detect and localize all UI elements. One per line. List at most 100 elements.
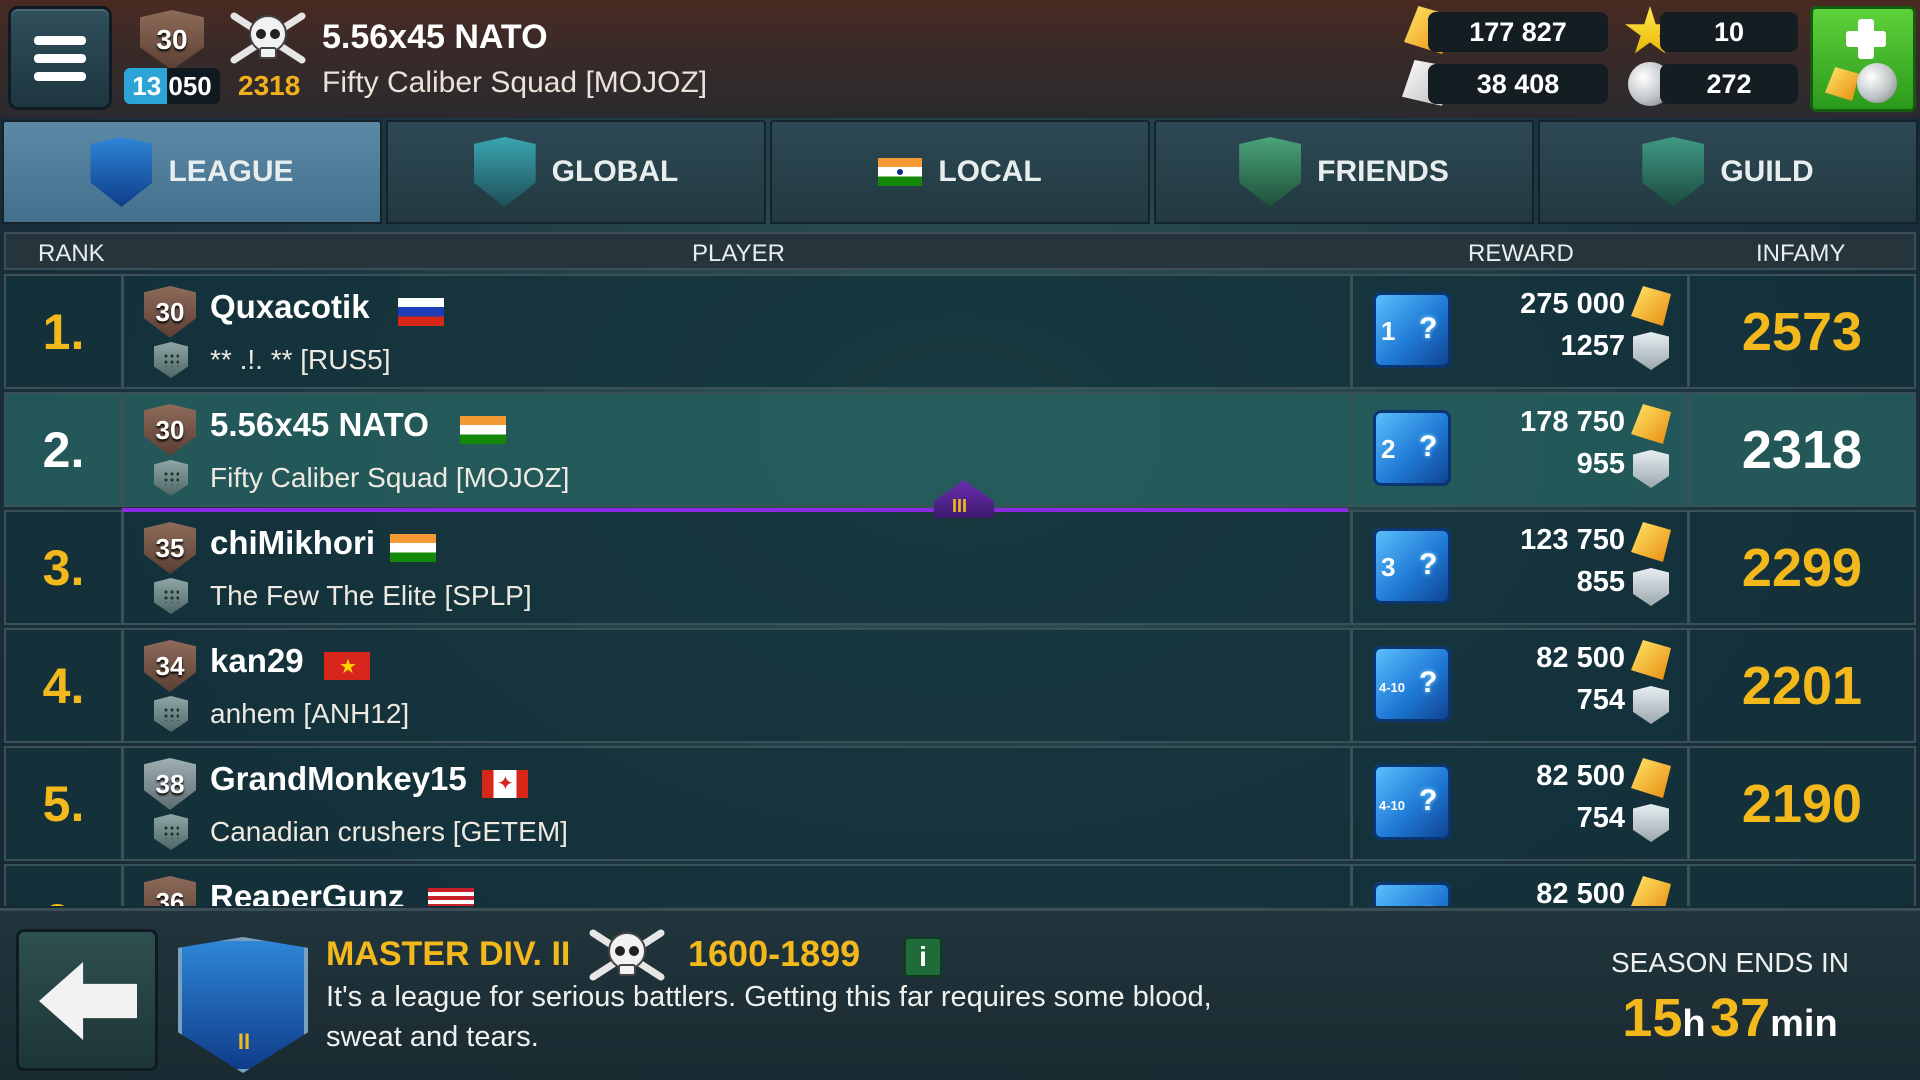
leaderboard-tabs: LEAGUE GLOBAL LOCAL FRIENDS GUILD bbox=[0, 118, 1920, 224]
player-name[interactable]: kan29 bbox=[210, 642, 304, 680]
rank-number: 3. bbox=[6, 512, 124, 623]
table-row[interactable]: 4. 34 kan29 anhem [ANH12] 4-10 ? 82 500 … bbox=[4, 628, 1916, 743]
player-name: 5.56x45 NATO bbox=[322, 18, 548, 56]
player-level-badge: 35 bbox=[144, 522, 196, 574]
tab-friends[interactable]: FRIENDS bbox=[1154, 120, 1534, 224]
pearls-amount: 272 bbox=[1660, 64, 1798, 104]
reward-cell: 2 ? 178 750 955 bbox=[1350, 394, 1690, 505]
gold-icon bbox=[1631, 522, 1671, 562]
tab-label: LEAGUE bbox=[168, 155, 294, 188]
season-minutes: 37 bbox=[1710, 988, 1771, 1048]
tab-global[interactable]: GLOBAL bbox=[386, 120, 766, 224]
leaderboard-list[interactable]: 1. 30 Quxacotik ** .!. ** [RUS5] 1 ? 275… bbox=[4, 274, 1916, 906]
table-row[interactable]: 1. 30 Quxacotik ** .!. ** [RUS5] 1 ? 275… bbox=[4, 274, 1916, 389]
reward-cell: 4-10 ? 82 500 754 bbox=[1350, 630, 1690, 741]
table-row[interactable]: 6. 36 ReaperGunz 4-10 ? 82 500 bbox=[4, 864, 1916, 906]
skull-crossbones-icon bbox=[589, 929, 665, 981]
tab-league[interactable]: LEAGUE bbox=[2, 120, 382, 224]
pearl-icon bbox=[1857, 63, 1897, 103]
reward-cell: 3 ? 123 750 855 bbox=[1350, 512, 1690, 623]
rank-number: 5. bbox=[6, 748, 124, 859]
tab-label: LOCAL bbox=[938, 155, 1042, 188]
guild-icon bbox=[154, 460, 188, 496]
league-description: It's a league for serious battlers. Gett… bbox=[326, 981, 1212, 1053]
rank-number: 6. bbox=[6, 866, 124, 906]
season-minutes-unit: min bbox=[1770, 1003, 1838, 1045]
reward-cell: 4-10 ? 82 500 754 bbox=[1350, 748, 1690, 859]
infamy-score: 2573 bbox=[1741, 301, 1863, 362]
table-row[interactable]: 3. 35 chiMikhori The Few The Elite [SPLP… bbox=[4, 510, 1916, 625]
player-guild: Fifty Caliber Squad [MOJOZ] bbox=[322, 66, 708, 99]
player-name[interactable]: GrandMonkey15 bbox=[210, 760, 467, 798]
infamy-score: 2201 bbox=[1741, 655, 1863, 716]
info-button[interactable]: i bbox=[904, 937, 942, 977]
tab-local[interactable]: LOCAL bbox=[770, 120, 1150, 224]
player-guild: ** .!. ** [RUS5] bbox=[210, 344, 391, 375]
league-title: MASTER DIV. II bbox=[326, 935, 571, 973]
player-guild: The Few The Elite [SPLP] bbox=[210, 580, 532, 611]
gold-icon bbox=[1825, 67, 1859, 101]
guild-icon bbox=[154, 696, 188, 732]
chest-rank-label: 1 bbox=[1381, 316, 1396, 346]
mystery-chest-icon: 4-10 ? bbox=[1373, 882, 1451, 906]
promotion-marker-label: III bbox=[952, 496, 968, 516]
season-timer: 15h 37min bbox=[1560, 987, 1900, 1049]
tab-label: GLOBAL bbox=[551, 155, 679, 188]
rank-number: 2. bbox=[6, 394, 124, 505]
infamy-score: 2299 bbox=[1741, 537, 1863, 598]
infamy-score: 2318 bbox=[1741, 419, 1863, 480]
xp-value: 13 050 bbox=[132, 71, 212, 101]
guild-icon bbox=[1642, 137, 1705, 207]
stars-amount: 10 bbox=[1660, 12, 1798, 52]
mystery-chest-icon: 1 ? bbox=[1373, 292, 1451, 368]
league-shield-icon bbox=[90, 137, 153, 207]
gold-icon bbox=[1631, 404, 1671, 444]
friends-bff-icon bbox=[1239, 137, 1302, 207]
silver-icon bbox=[1633, 332, 1669, 370]
column-infamy: INFAMY bbox=[1756, 240, 1846, 267]
mystery-chest-icon: 4-10 ? bbox=[1373, 646, 1451, 722]
promotion-threshold-line bbox=[122, 508, 1348, 512]
player-name[interactable]: ReaperGunz bbox=[210, 878, 404, 906]
add-currency-button[interactable] bbox=[1810, 6, 1916, 112]
vietnam-flag-icon: ★ bbox=[324, 652, 370, 680]
tab-label: FRIENDS bbox=[1317, 155, 1449, 188]
back-button[interactable] bbox=[16, 929, 158, 1071]
season-hours-unit: h bbox=[1682, 1003, 1706, 1045]
mystery-chest-icon: 2 ? bbox=[1373, 410, 1451, 486]
silver-icon bbox=[1633, 686, 1669, 724]
player-level-badge: 38 bbox=[144, 758, 196, 810]
tab-guild[interactable]: GUILD bbox=[1538, 120, 1918, 224]
reward-gold: 82 500 bbox=[1536, 642, 1625, 674]
gold-amount: 177 827 bbox=[1428, 12, 1608, 52]
mystery-chest-icon: 4-10 ? bbox=[1373, 764, 1451, 840]
chest-rank-label: 4-10 bbox=[1379, 798, 1406, 813]
player-name[interactable]: chiMikhori bbox=[210, 524, 375, 562]
reward-gold: 178 750 bbox=[1520, 406, 1625, 438]
player-name[interactable]: Quxacotik bbox=[210, 288, 370, 326]
india-flag-icon bbox=[460, 416, 506, 444]
menu-icon bbox=[34, 35, 86, 45]
table-row[interactable]: 5. 38 GrandMonkey15 Canadian crushers [G… bbox=[4, 746, 1916, 861]
player-xp-bar: 13 050 bbox=[124, 68, 220, 104]
globe-bmf-icon bbox=[473, 137, 536, 207]
rank-number: 1. bbox=[6, 276, 124, 387]
reward-gold: 275 000 bbox=[1520, 288, 1625, 320]
gold-icon bbox=[1631, 640, 1671, 680]
reward-cell: 4-10 ? 82 500 bbox=[1350, 866, 1690, 906]
gold-icon bbox=[1631, 876, 1671, 906]
player-level-badge: 36 bbox=[144, 876, 196, 906]
player-infamy: 2318 bbox=[238, 70, 301, 101]
player-name[interactable]: 5.56x45 NATO bbox=[210, 406, 429, 444]
infamy-score bbox=[1690, 866, 1914, 906]
reward-silver: 955 bbox=[1576, 448, 1625, 480]
guild-icon bbox=[154, 578, 188, 614]
reward-silver: 754 bbox=[1576, 802, 1625, 834]
player-guild: Fifty Caliber Squad [MOJOZ] bbox=[210, 462, 570, 493]
reward-cell: 1 ? 275 000 1257 bbox=[1350, 276, 1690, 387]
menu-button[interactable] bbox=[8, 6, 112, 110]
player-level-badge: 34 bbox=[144, 640, 196, 692]
back-arrow-icon bbox=[39, 962, 137, 1040]
gold-icon bbox=[1631, 286, 1671, 326]
reward-silver: 855 bbox=[1576, 566, 1625, 598]
